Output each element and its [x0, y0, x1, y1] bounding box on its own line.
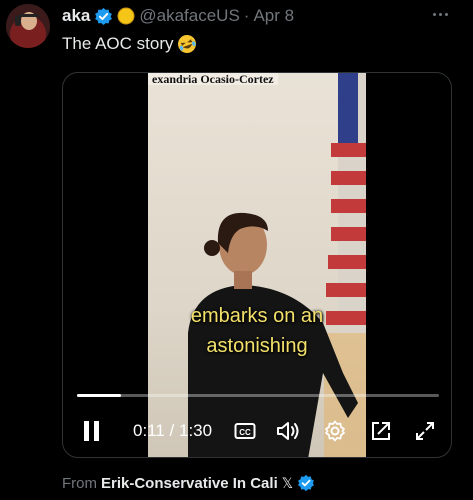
tweet-header: aka @akafaceUS · Apr 8	[62, 5, 294, 27]
progress-bar[interactable]	[77, 394, 439, 397]
time-display: 0:11 / 1:30	[133, 421, 213, 440]
emoji-face-icon	[117, 7, 135, 25]
author-handle[interactable]: @akafaceUS	[139, 6, 239, 26]
subtitle-line-2: astonishing	[206, 335, 308, 357]
tweet-text: The AOC story	[62, 34, 197, 54]
video-source-attribution: From Erik-Conservative In Cali 𝕏	[62, 474, 316, 493]
separator-dot: ·	[243, 6, 250, 25]
author-name[interactable]: aka	[62, 6, 90, 26]
from-label: From	[62, 475, 97, 492]
pause-icon[interactable]	[81, 417, 103, 445]
more-icon[interactable]	[433, 6, 455, 22]
video-frame: exandria Ocasio-Cortez embarks on an ast…	[148, 73, 366, 457]
progress-fill	[77, 394, 122, 397]
video-scene	[188, 73, 366, 457]
overlay-caption: exandria Ocasio-Cortez	[148, 73, 278, 85]
pip-icon[interactable]	[369, 417, 393, 445]
avatar[interactable]	[6, 4, 50, 48]
subtitle-line-1: embarks on an	[190, 305, 324, 327]
x-logo-icon: 𝕏	[281, 475, 294, 491]
verified-icon	[297, 474, 316, 493]
volume-icon[interactable]	[276, 417, 302, 445]
tweet-date[interactable]: Apr 8	[253, 6, 294, 26]
settings-icon[interactable]	[323, 417, 347, 445]
svg-text:CC: CC	[239, 428, 251, 437]
source-account-link[interactable]: Erik-Conservative In Cali	[101, 475, 278, 492]
verified-icon	[94, 7, 113, 26]
tweet-text-content: The AOC story	[62, 34, 174, 53]
laughing-emoji-icon	[177, 34, 197, 54]
captions-icon[interactable]: CC	[233, 417, 257, 445]
fullscreen-icon[interactable]	[413, 417, 437, 445]
video-controls: 0:11 / 1:30 CC	[63, 417, 451, 445]
video-player[interactable]: exandria Ocasio-Cortez embarks on an ast…	[62, 72, 452, 458]
